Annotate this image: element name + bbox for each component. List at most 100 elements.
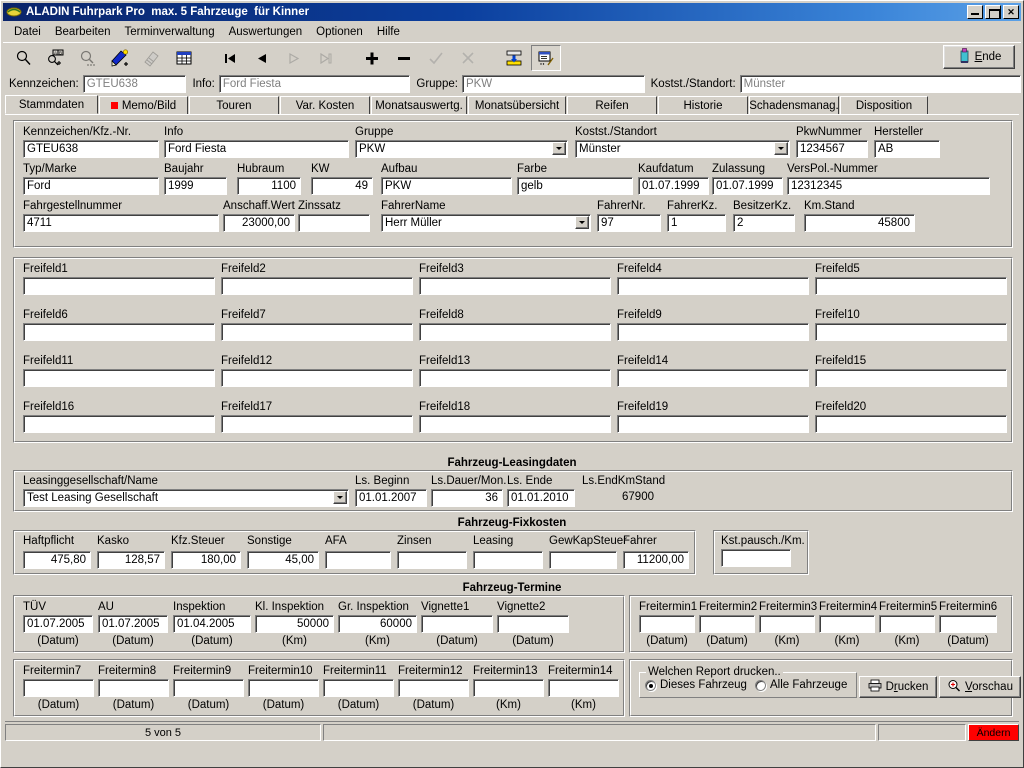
baujahr-input[interactable]: 1999: [164, 177, 227, 195]
termin-input[interactable]: 01.07.2005: [23, 615, 93, 633]
tab-touren[interactable]: Touren: [189, 96, 279, 114]
termin-input[interactable]: [548, 679, 619, 697]
menu-hilfe[interactable]: Hilfe: [370, 24, 407, 40]
search-sorted-button[interactable]: A B: [41, 45, 71, 71]
freifeld-input[interactable]: [23, 277, 215, 295]
fixkosten-input[interactable]: [325, 551, 391, 569]
fahrername-combo[interactable]: Herr Müller: [381, 214, 591, 232]
freifeld-input[interactable]: [221, 415, 413, 433]
new-record-button[interactable]: [105, 45, 135, 71]
typmarke-input[interactable]: Ford: [23, 177, 159, 195]
freifeld-input[interactable]: [419, 415, 611, 433]
fixkosten-input[interactable]: 11200,00: [623, 551, 689, 569]
info-input[interactable]: Ford Fiesta: [164, 140, 349, 158]
freifeld-input[interactable]: [221, 277, 413, 295]
previous-record-button[interactable]: [247, 45, 277, 71]
table-grid-button[interactable]: [169, 45, 199, 71]
export-button[interactable]: [499, 45, 529, 71]
vorschau-button[interactable]: Vorschau: [939, 676, 1021, 698]
menu-bearbeiten[interactable]: Bearbeiten: [48, 24, 118, 40]
termin-input[interactable]: [23, 679, 94, 697]
kennzeichen-input[interactable]: GTEU638: [23, 140, 159, 158]
tab-schadensmanag[interactable]: Schadensmanag.: [749, 96, 839, 114]
freifeld-input[interactable]: [419, 323, 611, 341]
freifeld-input[interactable]: [23, 415, 215, 433]
add-record-button[interactable]: [357, 45, 387, 71]
termin-input[interactable]: 50000: [255, 615, 334, 633]
gruppe-input[interactable]: PKW: [355, 140, 568, 158]
fixkosten-input[interactable]: 475,80: [23, 551, 91, 569]
maximize-button[interactable]: [985, 5, 1001, 19]
farbe-input[interactable]: gelb: [517, 177, 633, 195]
freifeld-input[interactable]: [617, 415, 809, 433]
termin-input[interactable]: [398, 679, 469, 697]
gruppe-combo[interactable]: PKW: [355, 140, 568, 158]
menu-optionen[interactable]: Optionen: [309, 24, 370, 40]
chevron-down-icon[interactable]: [774, 142, 788, 155]
termin-input[interactable]: [939, 615, 997, 633]
ls-dauer-input[interactable]: 36: [431, 489, 503, 507]
freifeld-input[interactable]: [221, 323, 413, 341]
chevron-down-icon[interactable]: [333, 491, 347, 504]
freifeld-input[interactable]: [23, 323, 215, 341]
fahrgestell-input[interactable]: 4711: [23, 214, 219, 232]
quick-info-field[interactable]: Ford Fiesta: [218, 75, 411, 93]
chevron-down-icon[interactable]: [575, 216, 589, 229]
verspol-input[interactable]: 12312345: [787, 177, 990, 195]
freifeld-input[interactable]: [815, 369, 1007, 387]
tab-disposition[interactable]: Disposition: [840, 96, 928, 114]
termin-input[interactable]: [421, 615, 493, 633]
fixkosten-input[interactable]: 128,57: [97, 551, 165, 569]
fixkosten-input[interactable]: [397, 551, 467, 569]
fahrername-input[interactable]: Herr Müller: [381, 214, 591, 232]
close-button[interactable]: ✕: [1003, 5, 1019, 19]
termin-input[interactable]: [819, 615, 875, 633]
fixkosten-input[interactable]: [473, 551, 543, 569]
tab-historie[interactable]: Historie: [658, 96, 748, 114]
first-record-button[interactable]: [215, 45, 245, 71]
ls-beginn-input[interactable]: 01.01.2007: [355, 489, 427, 507]
termin-input[interactable]: [323, 679, 394, 697]
zinssatz-input[interactable]: [298, 214, 370, 232]
kostst-combo[interactable]: Münster: [575, 140, 790, 158]
kostst-input[interactable]: Münster: [575, 140, 790, 158]
termin-input[interactable]: [473, 679, 544, 697]
freifeld-input[interactable]: [221, 369, 413, 387]
aufbau-input[interactable]: PKW: [381, 177, 512, 195]
freifeld-input[interactable]: [815, 415, 1007, 433]
freifeld-input[interactable]: [617, 277, 809, 295]
freifeld-input[interactable]: [23, 369, 215, 387]
delete-record-button[interactable]: [389, 45, 419, 71]
radio-dieses-fahrzeug[interactable]: Dieses Fahrzeug: [645, 679, 747, 691]
hersteller-input[interactable]: AB: [874, 140, 940, 158]
freifeld-input[interactable]: [617, 369, 809, 387]
termin-input[interactable]: [98, 679, 169, 697]
menu-auswertungen[interactable]: Auswertungen: [222, 24, 310, 40]
termin-input[interactable]: [639, 615, 695, 633]
tab-memo-bild[interactable]: Memo/Bild: [99, 96, 188, 114]
minimize-button[interactable]: [967, 5, 983, 19]
chevron-down-icon[interactable]: [552, 142, 566, 155]
freifeld-input[interactable]: [815, 323, 1007, 341]
termin-input[interactable]: [173, 679, 244, 697]
tab-monatsuebersicht[interactable]: Monatsübersicht: [468, 96, 566, 114]
leasinggesellschaft-combo[interactable]: Test Leasing Gesellschaft: [23, 489, 349, 507]
termin-input[interactable]: [759, 615, 815, 633]
tab-stammdaten[interactable]: Stammdaten: [5, 95, 98, 114]
drucken-button[interactable]: Drucken: [859, 676, 937, 698]
ls-ende-input[interactable]: 01.01.2010: [507, 489, 575, 507]
termin-input[interactable]: 60000: [338, 615, 417, 633]
aendern-button[interactable]: Ändern: [968, 724, 1019, 741]
tab-monatsauswertg[interactable]: Monatsauswertg.: [371, 96, 467, 114]
termin-input[interactable]: [699, 615, 755, 633]
termin-input[interactable]: [248, 679, 319, 697]
ende-button[interactable]: Ende: [943, 45, 1015, 69]
fixkosten-input[interactable]: 180,00: [171, 551, 241, 569]
freifeld-input[interactable]: [815, 277, 1007, 295]
freifeld-input[interactable]: [419, 369, 611, 387]
termin-input[interactable]: [497, 615, 569, 633]
kmstand-input[interactable]: 45800: [804, 214, 915, 232]
termin-input[interactable]: 01.04.2005: [173, 615, 251, 633]
kst-pauschal-input[interactable]: [721, 549, 791, 567]
leasinggesellschaft-input[interactable]: Test Leasing Gesellschaft: [23, 489, 349, 507]
